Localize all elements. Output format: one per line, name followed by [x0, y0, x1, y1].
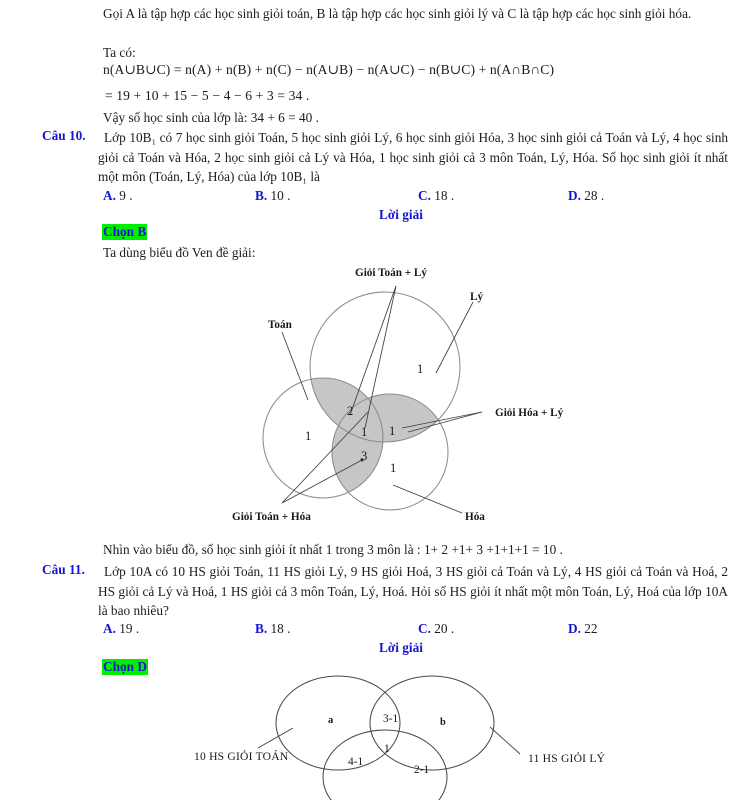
q10-option-d[interactable]: D. 28 .	[568, 188, 604, 204]
q11-option-c-value: 20 .	[434, 621, 455, 636]
q11-option-a-value: 19 .	[119, 621, 140, 636]
q11-option-a[interactable]: A. 19 .	[103, 621, 139, 637]
venn2-number-ly-hoa: 2-1	[414, 764, 429, 776]
venn1-label-toan: Toán	[268, 319, 293, 331]
q10-chosen-answer: Chọn B	[102, 224, 148, 240]
venn1-number-ly-only: 1	[417, 362, 423, 376]
venn1-label-toan-hoa: Giỏi Toán + Hóa	[232, 511, 311, 523]
q10-option-a-letter: A.	[103, 188, 116, 203]
q10-option-c-value: 18 .	[434, 188, 455, 203]
formula-result: = 19 + 10 + 15 − 5 − 4 − 6 + 3 = 34 .	[105, 88, 310, 103]
q11-option-b-value: 18 .	[270, 621, 291, 636]
q10-option-c[interactable]: C. 18 .	[418, 188, 454, 204]
venn1-number-toan-only: 1	[305, 429, 311, 443]
q10-option-a-value: 9 .	[119, 188, 133, 203]
q11-chosen-answer: Chọn D	[102, 659, 148, 675]
q11-option-d-value: 22	[584, 621, 598, 636]
venn1-label-hoa: Hóa	[465, 511, 485, 523]
venn1-number-hoa-only: 1	[390, 461, 396, 475]
venn1-number-toan-ly: 2	[347, 404, 353, 418]
intro-conclusion: Vậy số học sinh của lớp là: 34 + 6 = 40 …	[103, 110, 319, 125]
q10-option-b-letter: B.	[255, 188, 268, 203]
venn1-number-center: 1	[361, 425, 367, 439]
document-page: Gọi A là tập hợp các học sinh giỏi toán,…	[0, 0, 735, 800]
q10-conclusion: Nhìn vào biểu đồ, số học sinh giỏi ít nh…	[103, 542, 563, 557]
venn2-number-ly-only: b	[440, 717, 446, 728]
venn2-number-center: 1	[384, 743, 390, 755]
venn1-shaded-regions	[310, 378, 448, 498]
intro-paragraph: Gọi A là tập hợp các học sinh giỏi toán,…	[103, 6, 692, 21]
venn1-label-ly: Lý	[470, 291, 483, 303]
question-10-label: Câu 10.	[42, 128, 86, 143]
venn2-circle-toan	[275, 675, 401, 771]
venn2-number-toan-only: a	[328, 715, 334, 726]
q10-option-d-value: 28 .	[584, 188, 605, 203]
venn2-label-right: 11 HS GIỎI LÝ	[528, 751, 606, 765]
venn2-number-toan-hoa: 4-1	[348, 756, 363, 768]
venn-diagram-1: Giỏi Toán + Lý Lý Toán Giỏi Hóa + Lý Giỏ…	[230, 260, 630, 530]
question-10-text: Lớp 10B₁ có 7 học sinh giỏi Toán, 5 học …	[98, 130, 728, 185]
q11-option-d-letter: D.	[568, 621, 581, 636]
venn1-label-toan-ly: Giỏi Toán + Lý	[355, 267, 427, 279]
q11-solution-heading: Lời giải	[379, 640, 423, 655]
q10-option-b-value: 10 .	[270, 188, 291, 203]
q11-option-b[interactable]: B. 18 .	[255, 621, 290, 637]
intro-ta-co: Ta có:	[103, 45, 136, 60]
q11-option-b-letter: B.	[255, 621, 268, 636]
q10-option-c-letter: C.	[418, 188, 431, 203]
question-11-text: Lớp 10A có 10 HS giỏi Toán, 11 HS giỏi L…	[98, 564, 728, 619]
q11-option-a-letter: A.	[103, 621, 116, 636]
q10-solution-heading: Lời giải	[379, 207, 423, 222]
venn-diagram-2: 10 HS GIỎI TOÁN 11 HS GIỎI LÝ a b 3-1 1 …	[170, 675, 640, 800]
venn1-number-hoa-ly: 1	[389, 424, 395, 438]
q11-option-d[interactable]: D. 22	[568, 621, 598, 637]
q10-option-d-letter: D.	[568, 188, 581, 203]
formula-union: n(A∪B∪C) = n(A) + n(B) + n(C) − n(A∪B) −…	[103, 62, 555, 77]
q10-option-b[interactable]: B. 10 .	[255, 188, 290, 204]
question-11-label: Câu 11.	[42, 562, 85, 577]
venn1-label-hoa-ly: Giỏi Hóa + Lý	[495, 407, 564, 419]
venn1-number-toan-hoa: 3	[361, 449, 367, 463]
venn2-number-toan-ly: 3-1	[383, 713, 398, 725]
venn2-label-left: 10 HS GIỎI TOÁN	[194, 749, 289, 763]
q10-option-a[interactable]: A. 9 .	[103, 188, 133, 204]
q11-option-c-letter: C.	[418, 621, 431, 636]
q11-option-c[interactable]: C. 20 .	[418, 621, 454, 637]
